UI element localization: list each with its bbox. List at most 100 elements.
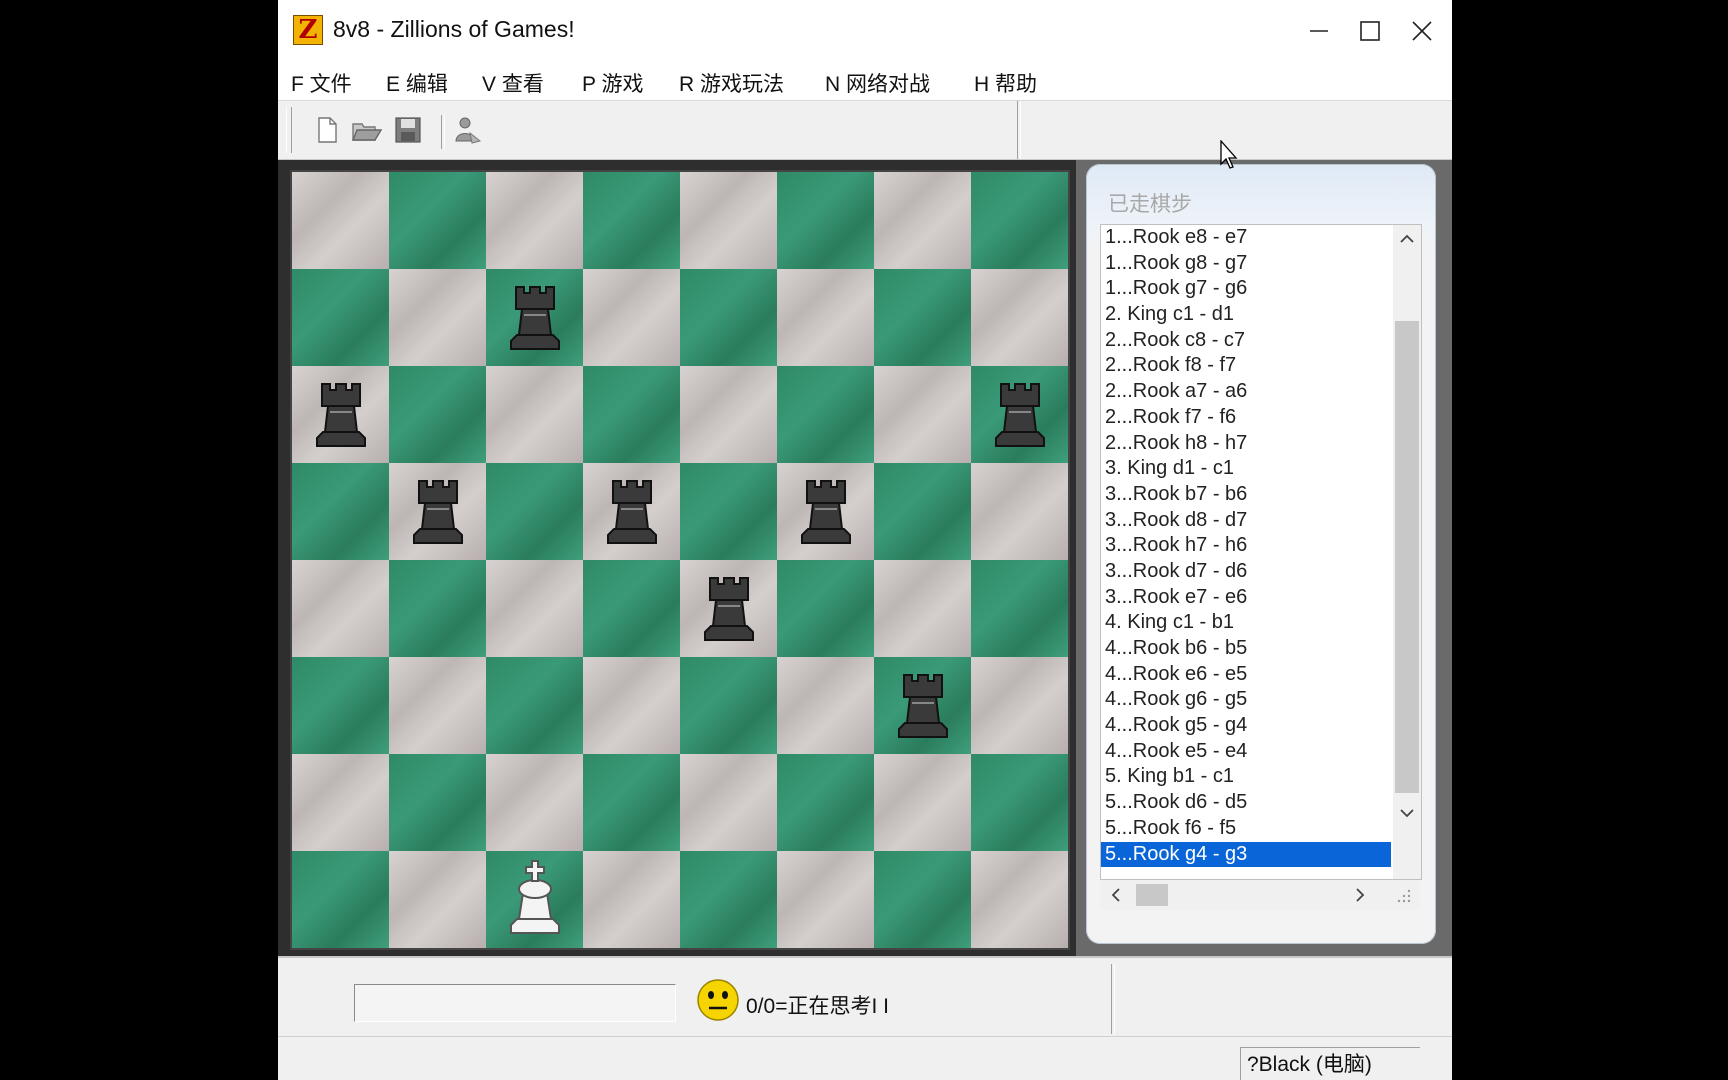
move-list-item[interactable]: 1...Rook g7 - g6	[1101, 276, 1391, 302]
black-rook-icon[interactable]	[400, 469, 476, 554]
scroll-up-icon[interactable]	[1393, 225, 1421, 253]
white-king-icon[interactable]	[497, 857, 573, 942]
move-list-item[interactable]: 4...Rook b6 - b5	[1101, 636, 1391, 662]
black-rook-icon[interactable]	[982, 372, 1058, 457]
black-rook-icon[interactable]	[885, 663, 961, 748]
square-b6[interactable]	[389, 366, 486, 463]
move-list-item[interactable]: 3...Rook e7 - e6	[1101, 585, 1391, 611]
square-d2[interactable]	[583, 754, 680, 851]
menu-view[interactable]: V 查看	[482, 68, 544, 98]
square-b2[interactable]	[389, 754, 486, 851]
square-g1[interactable]	[874, 851, 971, 948]
horizontal-scroll-thumb[interactable]	[1136, 884, 1168, 906]
square-a2[interactable]	[292, 754, 389, 851]
square-d3[interactable]	[583, 657, 680, 754]
square-h5[interactable]	[971, 463, 1068, 560]
square-e3[interactable]	[680, 657, 777, 754]
square-g8[interactable]	[874, 172, 971, 269]
square-a5[interactable]	[292, 463, 389, 560]
square-a1[interactable]	[292, 851, 389, 948]
scroll-down-icon[interactable]	[1393, 799, 1421, 827]
move-list-item[interactable]: 2. King c1 - d1	[1101, 302, 1391, 328]
square-b3[interactable]	[389, 657, 486, 754]
square-d6[interactable]	[583, 366, 680, 463]
square-a7[interactable]	[292, 269, 389, 366]
move-list-item[interactable]: 5...Rook d6 - d5	[1101, 790, 1391, 816]
moves-listbox[interactable]: 1...Rook e8 - e7 1...Rook g8 - g7 1...Rook…	[1100, 224, 1422, 880]
square-c6[interactable]	[486, 366, 583, 463]
square-f5[interactable]	[777, 463, 874, 560]
square-e4[interactable]	[680, 560, 777, 657]
square-g6[interactable]	[874, 366, 971, 463]
move-list-item[interactable]: 1...Rook g8 - g7	[1101, 251, 1391, 277]
square-b5[interactable]	[389, 463, 486, 560]
square-h1[interactable]	[971, 851, 1068, 948]
scroll-left-icon[interactable]	[1102, 881, 1130, 909]
square-h6[interactable]	[971, 366, 1068, 463]
move-list-item[interactable]: 4...Rook g5 - g4	[1101, 713, 1391, 739]
move-list-item[interactable]: 1...Rook e8 - e7	[1101, 225, 1391, 251]
square-h3[interactable]	[971, 657, 1068, 754]
move-list-item[interactable]: 2...Rook f8 - f7	[1101, 353, 1391, 379]
square-d5[interactable]	[583, 463, 680, 560]
square-b1[interactable]	[389, 851, 486, 948]
square-f3[interactable]	[777, 657, 874, 754]
square-h2[interactable]	[971, 754, 1068, 851]
move-list-item[interactable]: 2...Rook f7 - f6	[1101, 405, 1391, 431]
square-g2[interactable]	[874, 754, 971, 851]
square-g4[interactable]	[874, 560, 971, 657]
maximize-button[interactable]	[1340, 8, 1400, 54]
square-d8[interactable]	[583, 172, 680, 269]
open-button[interactable]	[350, 113, 384, 147]
move-list-item[interactable]: 3...Rook d7 - d6	[1101, 559, 1391, 585]
square-g5[interactable]	[874, 463, 971, 560]
resize-grip-icon[interactable]	[1396, 888, 1412, 909]
move-list-item[interactable]: 3...Rook b7 - b6	[1101, 482, 1391, 508]
move-list-item[interactable]: 4. King c1 - b1	[1101, 610, 1391, 636]
square-e8[interactable]	[680, 172, 777, 269]
square-f1[interactable]	[777, 851, 874, 948]
move-list-item[interactable]: 4...Rook g6 - g5	[1101, 687, 1391, 713]
square-h8[interactable]	[971, 172, 1068, 269]
black-rook-icon[interactable]	[497, 275, 573, 360]
menu-file[interactable]: F 文件	[291, 68, 352, 98]
new-button[interactable]	[310, 113, 344, 147]
square-a8[interactable]	[292, 172, 389, 269]
square-h4[interactable]	[971, 560, 1068, 657]
square-e2[interactable]	[680, 754, 777, 851]
move-list-item[interactable]: 2...Rook c8 - c7	[1101, 328, 1391, 354]
menu-edit[interactable]: E 编辑	[386, 68, 448, 98]
move-list-item[interactable]: 3...Rook d8 - d7	[1101, 508, 1391, 534]
vertical-scroll-thumb[interactable]	[1395, 321, 1419, 793]
save-button[interactable]	[391, 113, 425, 147]
move-list-item[interactable]: 2...Rook a7 - a6	[1101, 379, 1391, 405]
menu-help[interactable]: H 帮助	[974, 68, 1037, 98]
close-button[interactable]	[1392, 8, 1452, 54]
square-b8[interactable]	[389, 172, 486, 269]
square-b7[interactable]	[389, 269, 486, 366]
menu-game[interactable]: P 游戏	[582, 68, 643, 98]
move-list-item[interactable]: 5...Rook f6 - f5	[1101, 816, 1391, 842]
toolbar-grip[interactable]	[286, 107, 292, 153]
square-c5[interactable]	[486, 463, 583, 560]
square-g3[interactable]	[874, 657, 971, 754]
scroll-right-icon[interactable]	[1346, 881, 1374, 909]
square-g7[interactable]	[874, 269, 971, 366]
square-c2[interactable]	[486, 754, 583, 851]
player-button[interactable]	[450, 113, 484, 147]
black-rook-icon[interactable]	[594, 469, 670, 554]
square-f7[interactable]	[777, 269, 874, 366]
square-c4[interactable]	[486, 560, 583, 657]
square-a4[interactable]	[292, 560, 389, 657]
square-d7[interactable]	[583, 269, 680, 366]
square-c1[interactable]	[486, 851, 583, 948]
square-f2[interactable]	[777, 754, 874, 851]
square-e6[interactable]	[680, 366, 777, 463]
square-f6[interactable]	[777, 366, 874, 463]
square-b4[interactable]	[389, 560, 486, 657]
zillions-logo-icon[interactable]: Z	[293, 15, 323, 45]
square-c3[interactable]	[486, 657, 583, 754]
square-d1[interactable]	[583, 851, 680, 948]
square-e5[interactable]	[680, 463, 777, 560]
square-a3[interactable]	[292, 657, 389, 754]
